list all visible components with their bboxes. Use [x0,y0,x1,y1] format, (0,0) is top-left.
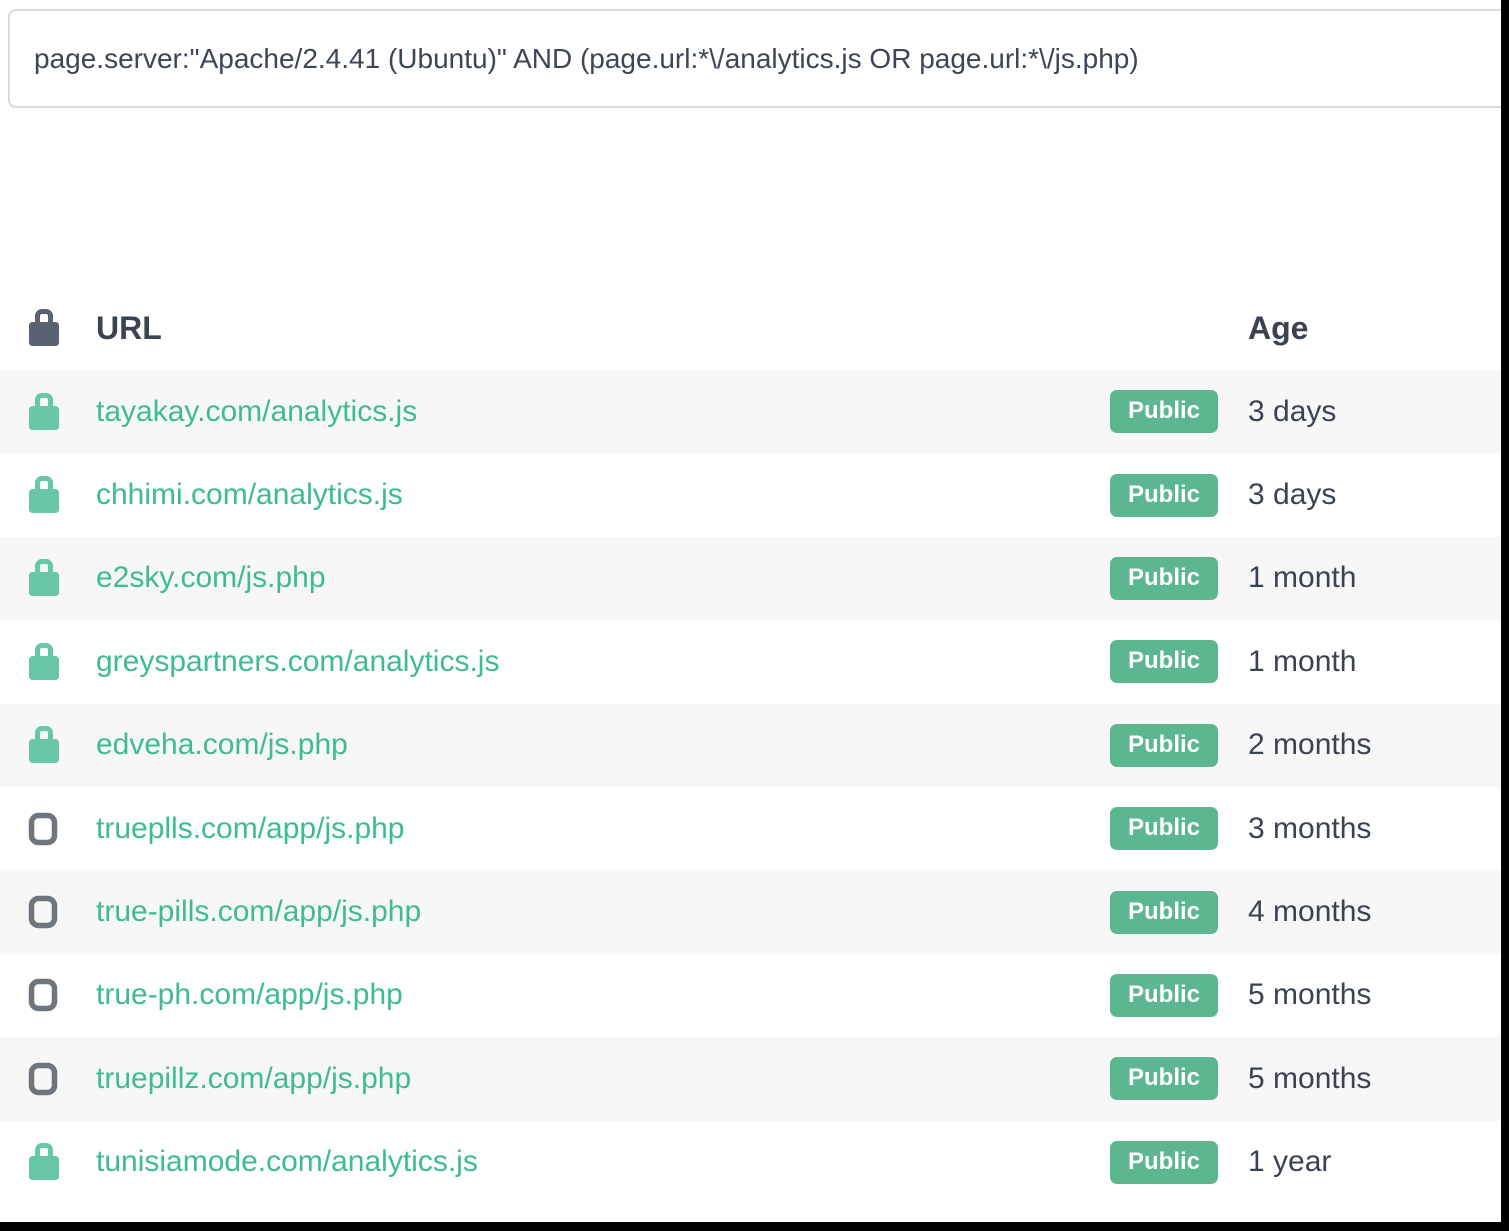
table-row[interactable]: greyspartners.com/analytics.js Public 1 … [0,620,1502,703]
http-unlocked-icon [28,893,58,931]
visibility-badge: Public [1110,891,1218,934]
row-url-cell: tayakay.com/analytics.js [96,395,1110,429]
row-protocol-cell [0,893,96,931]
visibility-badge: Public [1110,390,1218,433]
result-age: 3 days [1248,395,1502,429]
result-age: 3 days [1248,478,1502,512]
result-age: 3 months [1248,812,1502,846]
screen-edge-bar-bottom [0,1222,1509,1231]
row-badge-cell: Public [1110,724,1248,767]
row-badge-cell: Public [1110,891,1248,934]
row-url-cell: tunisiamode.com/analytics.js [96,1145,1110,1179]
https-lock-icon [28,1141,60,1183]
visibility-badge: Public [1110,1057,1218,1100]
table-row[interactable]: e2sky.com/js.php Public 1 month [0,537,1502,620]
https-lock-icon [28,557,60,599]
screen-edge-bar-right [1501,0,1509,1231]
https-lock-icon [28,474,60,516]
visibility-badge: Public [1110,974,1218,1017]
table-row[interactable]: tayakay.com/analytics.js Public 3 days [0,370,1502,453]
row-protocol-cell [0,391,96,433]
visibility-badge: Public [1110,1141,1218,1184]
result-url-link[interactable]: e2sky.com/js.php [96,561,326,594]
row-badge-cell: Public [1110,1141,1248,1184]
table-row[interactable]: edveha.com/js.php Public 2 months [0,704,1502,787]
results-table-header: URL Age [0,286,1502,370]
result-age: 1 month [1248,561,1502,595]
row-protocol-cell [0,1141,96,1183]
row-protocol-cell [0,810,96,848]
search-query-text[interactable]: page.server:"Apache/2.4.41 (Ubuntu)" AND… [34,43,1139,75]
table-row[interactable]: true-pills.com/app/js.php Public 4 month… [0,870,1502,953]
row-url-cell: truepillz.com/app/js.php [96,1062,1110,1096]
result-url-link[interactable]: tunisiamode.com/analytics.js [96,1145,478,1178]
row-url-cell: true-pills.com/app/js.php [96,895,1110,929]
column-header-age[interactable]: Age [1248,310,1502,347]
results-table: URL Age tayakay.com/analytics.js Public … [0,286,1502,1204]
visibility-badge: Public [1110,807,1218,850]
row-protocol-cell [0,557,96,599]
row-badge-cell: Public [1110,390,1248,433]
result-url-link[interactable]: truepillz.com/app/js.php [96,1062,411,1095]
http-unlocked-icon [28,810,58,848]
row-badge-cell: Public [1110,557,1248,600]
row-protocol-cell [0,1060,96,1098]
table-row[interactable]: tunisiamode.com/analytics.js Public 1 ye… [0,1121,1502,1204]
result-age: 5 months [1248,1062,1502,1096]
result-url-link[interactable]: trueplls.com/app/js.php [96,812,405,845]
row-badge-cell: Public [1110,974,1248,1017]
result-url-link[interactable]: true-pills.com/app/js.php [96,895,421,928]
row-url-cell: greyspartners.com/analytics.js [96,645,1110,679]
https-lock-icon [28,724,60,766]
row-badge-cell: Public [1110,474,1248,517]
http-unlocked-icon [28,1060,58,1098]
row-badge-cell: Public [1110,640,1248,683]
https-lock-icon [28,391,60,433]
table-row[interactable]: chhimi.com/analytics.js Public 3 days [0,453,1502,536]
row-url-cell: edveha.com/js.php [96,728,1110,762]
results-table-body: tayakay.com/analytics.js Public 3 days c… [0,370,1502,1204]
result-url-link[interactable]: true-ph.com/app/js.php [96,978,403,1011]
result-age: 2 months [1248,728,1502,762]
table-row[interactable]: trueplls.com/app/js.php Public 3 months [0,787,1502,870]
result-age: 1 month [1248,645,1502,679]
result-age: 5 months [1248,978,1502,1012]
row-protocol-cell [0,976,96,1014]
result-url-link[interactable]: edveha.com/js.php [96,728,348,761]
table-row[interactable]: truepillz.com/app/js.php Public 5 months [0,1037,1502,1120]
column-header-url[interactable]: URL [96,310,1248,347]
row-url-cell: chhimi.com/analytics.js [96,478,1110,512]
visibility-badge: Public [1110,557,1218,600]
http-unlocked-icon [28,976,58,1014]
row-protocol-cell [0,474,96,516]
visibility-badge: Public [1110,724,1218,767]
https-lock-icon [28,641,60,683]
result-url-link[interactable]: greyspartners.com/analytics.js [96,645,499,678]
result-age: 1 year [1248,1145,1502,1179]
visibility-badge: Public [1110,640,1218,683]
row-url-cell: true-ph.com/app/js.php [96,978,1110,1012]
row-badge-cell: Public [1110,1057,1248,1100]
header-lock-column [0,307,96,349]
row-protocol-cell [0,641,96,683]
row-url-cell: trueplls.com/app/js.php [96,812,1110,846]
table-row[interactable]: true-ph.com/app/js.php Public 5 months [0,954,1502,1037]
row-url-cell: e2sky.com/js.php [96,561,1110,595]
result-url-link[interactable]: chhimi.com/analytics.js [96,478,403,511]
row-badge-cell: Public [1110,807,1248,850]
result-url-link[interactable]: tayakay.com/analytics.js [96,395,417,428]
visibility-badge: Public [1110,474,1218,517]
lock-icon [28,307,60,349]
search-query-box[interactable]: page.server:"Apache/2.4.41 (Ubuntu)" AND… [8,9,1509,108]
row-protocol-cell [0,724,96,766]
result-age: 4 months [1248,895,1502,929]
